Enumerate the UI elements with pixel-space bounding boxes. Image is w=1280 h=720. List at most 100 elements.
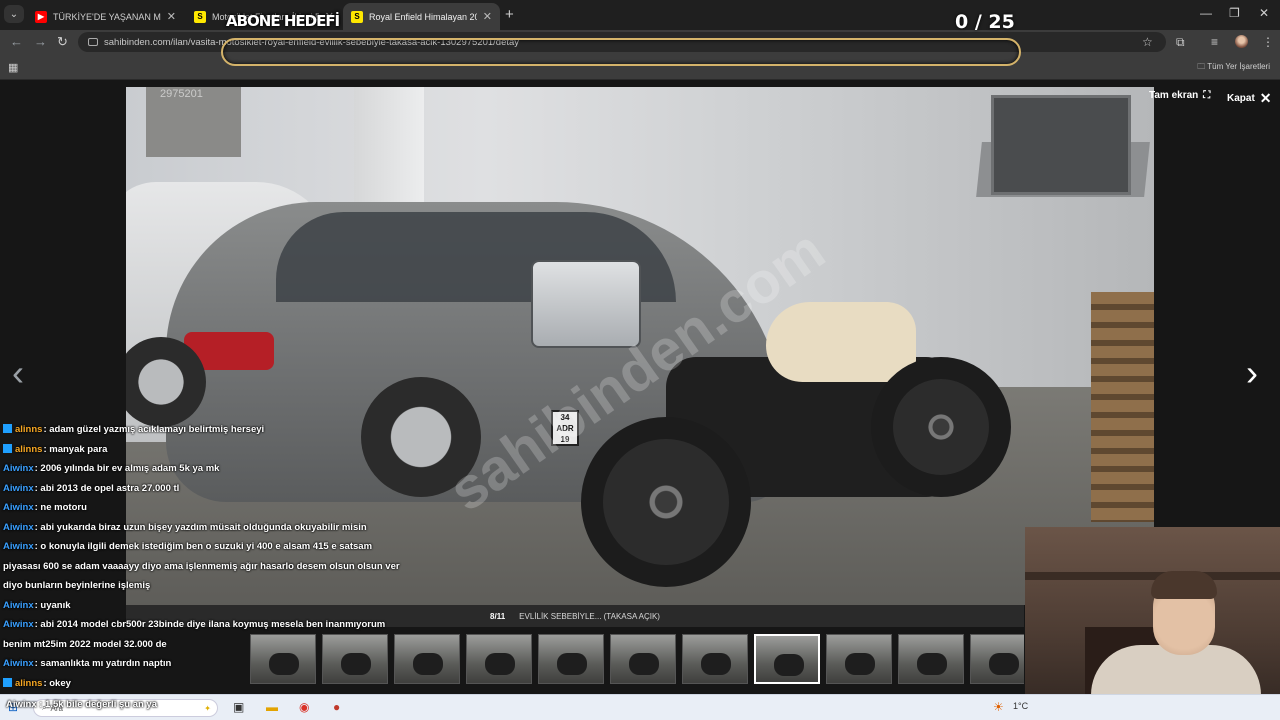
media-controls-icon[interactable]: ≡ xyxy=(1211,35,1218,49)
chat-message: Aiwinx: abi 2014 model cbr500r 23binde d… xyxy=(3,615,403,654)
minimize-button[interactable]: — xyxy=(1200,6,1212,20)
close-label: Kapat xyxy=(1227,93,1255,104)
chat-partial-message: Aiwinx : 1.5k bile değerli şu an ya xyxy=(6,699,157,710)
photo-motorcycle-tank xyxy=(766,302,916,382)
chat-username: Aiwinx xyxy=(3,463,34,474)
chrome-icon[interactable]: ◉ xyxy=(299,700,309,714)
fullscreen-label: Tam ekran xyxy=(1149,90,1199,101)
chat-username: Aiwinx xyxy=(3,502,34,513)
chat-text: : adam güzel yazmış acıklamayı belirtmiş… xyxy=(43,424,265,435)
profile-avatar[interactable] xyxy=(1235,35,1248,48)
chat-message: alinns: manyak para xyxy=(3,440,403,460)
chat-username: alinns xyxy=(15,443,43,455)
chat-badge-icon xyxy=(3,424,12,433)
extensions-icon[interactable]: ⧉ xyxy=(1176,35,1185,50)
photo-window xyxy=(991,95,1131,195)
chat-message: alinns: okey xyxy=(3,674,403,694)
chat-text: : abi 2014 model cbr500r 23binde diye il… xyxy=(3,619,386,650)
chat-text: : uyanık xyxy=(34,599,71,611)
reload-button[interactable]: ↻ xyxy=(57,34,68,50)
chat-text: : abi 2013 de opel astra 27.000 tl xyxy=(34,482,180,494)
chat-username: Aiwinx xyxy=(3,599,34,611)
menu-kebab-icon[interactable]: ⋮ xyxy=(1262,35,1274,49)
chat-text: : ne motoru xyxy=(34,502,87,513)
stream-chat: alinns: adam güzel yazmış acıklamayı bel… xyxy=(3,420,403,713)
fullscreen-icon: ⛶ xyxy=(1203,90,1211,101)
tab-strip: ⌄ ▶ TÜRKİYE'DE YAŞANAN MOTOR ✕ S Motosik… xyxy=(0,0,1280,30)
next-photo-arrow[interactable]: › xyxy=(1246,352,1258,394)
photo-thumbnail[interactable] xyxy=(970,634,1024,684)
restore-button[interactable]: ❐ xyxy=(1229,6,1240,20)
folder-icon: 🗀 xyxy=(1197,62,1206,71)
webcam-person-hair xyxy=(1151,571,1217,599)
tab-title: TÜRKİYE'DE YAŞANAN MOTOR xyxy=(53,11,161,22)
photo-thumbnail[interactable] xyxy=(754,634,820,684)
chat-username: Aiwinx xyxy=(3,658,34,669)
chat-text: : abi yukarıda biraz uzun bişey yazdım m… xyxy=(34,521,367,533)
screen: ⌄ ▶ TÜRKİYE'DE YAŞANAN MOTOR ✕ S Motosik… xyxy=(0,0,1280,720)
photo-thumbnail[interactable] xyxy=(826,634,892,684)
chat-text: : 2006 yılında bir ev almış adam 5k ya m… xyxy=(34,463,220,474)
photo-pallet xyxy=(1091,292,1154,522)
previous-photo-arrow[interactable]: ‹ xyxy=(12,352,24,394)
windows-taskbar: ⊞ ⌕ Ara ✦ ▣ ▬ ◉ ● ☀ 1°C xyxy=(0,694,1280,720)
file-explorer-icon[interactable]: ▬ xyxy=(266,700,278,714)
window-close-button[interactable]: ✕ xyxy=(1259,6,1269,20)
chat-message: alinns: adam güzel yazmış acıklamayı bel… xyxy=(3,420,403,440)
tab-royal-enfield[interactable]: S Royal Enfield Himalayan 2025 M ✕ xyxy=(343,3,500,30)
photo-rear-wheel xyxy=(581,417,751,587)
ad-id-text: 2975201 xyxy=(160,88,203,100)
sahibinden-icon: S xyxy=(194,10,206,23)
photo-thumbnail[interactable] xyxy=(538,634,604,684)
chat-message: Aiwinx: 2006 yılında bir ev almış adam 5… xyxy=(3,459,403,479)
photo-front-wheel xyxy=(871,357,1011,497)
goal-current: 0 xyxy=(955,11,969,33)
forward-button[interactable]: → xyxy=(34,34,47,49)
tab-youtube[interactable]: ▶ TÜRKİYE'DE YAŞANAN MOTOR ✕ xyxy=(27,3,184,30)
chat-text: : manyak para xyxy=(43,443,108,455)
back-button[interactable]: ← xyxy=(10,34,23,49)
photo-thumbnail[interactable] xyxy=(682,634,748,684)
tab-title: Royal Enfield Himalayan 2025 M xyxy=(369,11,477,22)
chat-badge-icon xyxy=(3,677,12,687)
subscriber-goal-counter: 0 / 25 xyxy=(955,11,1015,33)
all-bookmarks-label: Tüm Yer İşaretleri xyxy=(1207,62,1270,71)
task-view-icon[interactable]: ▣ xyxy=(233,700,244,714)
bookmark-star-icon[interactable]: ☆ xyxy=(1142,35,1153,49)
new-tab-button[interactable]: + xyxy=(505,6,514,23)
close-gallery-button[interactable]: Kapat ✕ xyxy=(1227,90,1272,107)
close-tab-icon[interactable]: ✕ xyxy=(477,10,492,23)
app-icon[interactable]: ● xyxy=(333,700,340,714)
chat-message: Aiwinx: abi 2013 de opel astra 27.000 tl xyxy=(3,479,403,499)
chat-message: Aiwinx: abi yukarıda biraz uzun bişey ya… xyxy=(3,518,403,538)
youtube-icon: ▶ xyxy=(35,10,47,23)
chat-message: Aiwinx: o konuyla ilgili demek istediğim… xyxy=(3,537,403,596)
photo-thumbnail[interactable] xyxy=(898,634,964,684)
sahibinden-icon: S xyxy=(351,10,363,23)
chat-username: Aiwinx xyxy=(3,541,34,552)
webcam-shelf xyxy=(1025,572,1280,580)
fullscreen-button[interactable]: Tam ekran ⛶ xyxy=(1149,90,1210,101)
chat-text: : okey xyxy=(43,677,71,689)
goal-target: / 25 xyxy=(974,11,1015,33)
chat-username: alinns xyxy=(15,677,43,689)
chat-username: Aiwinx xyxy=(3,619,34,630)
chat-username: alinns xyxy=(15,424,43,435)
site-info-icon[interactable] xyxy=(88,38,98,46)
subscriber-goal-bar xyxy=(221,38,1021,66)
photo-counter: 8/11 xyxy=(490,611,506,621)
apps-grid-icon[interactable]: ▦ xyxy=(8,61,18,74)
photo-motorcycle-topcase xyxy=(531,260,641,348)
photo-thumbnail[interactable] xyxy=(394,634,460,684)
photo-thumbnail[interactable] xyxy=(610,634,676,684)
chat-text: : o konuyla ilgili demek istediğim ben o… xyxy=(3,541,400,591)
weather-icon[interactable]: ☀ xyxy=(993,700,1004,714)
chat-message: Aiwinx: ne motoru xyxy=(3,498,403,518)
close-tab-icon[interactable]: ✕ xyxy=(161,10,176,23)
temperature-text: 1°C xyxy=(1013,701,1029,711)
chat-username: Aiwinx xyxy=(3,521,34,533)
chat-badge-icon xyxy=(3,443,12,453)
tab-search-icon[interactable]: ⌄ xyxy=(4,5,24,23)
photo-thumbnail[interactable] xyxy=(466,634,532,684)
all-bookmarks[interactable]: 🗀 Tüm Yer İşaretleri xyxy=(1197,61,1270,75)
